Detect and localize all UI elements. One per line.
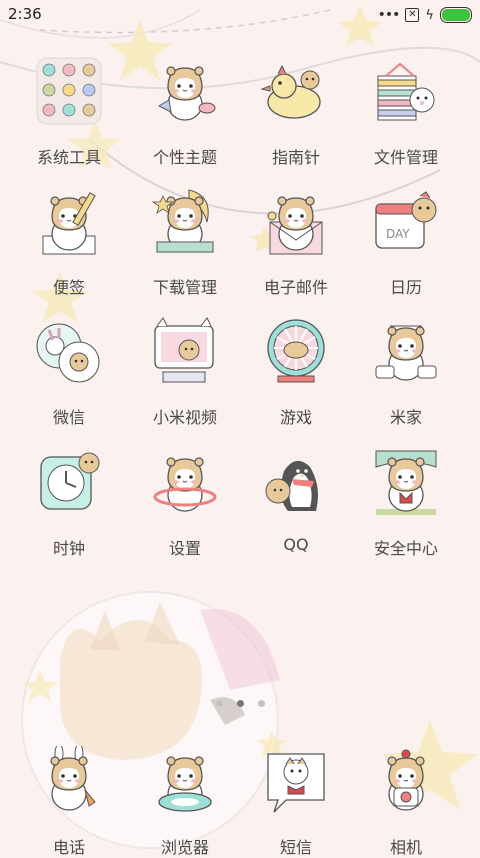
- svg-text:DAY: DAY: [386, 227, 410, 241]
- battery-level: [442, 9, 470, 21]
- app-hula-hoop[interactable]: 设置: [130, 447, 240, 559]
- app-calendar[interactable]: DAY 日历: [351, 186, 461, 298]
- tv-icon: [149, 316, 221, 388]
- app-folder[interactable]: 系统工具: [14, 56, 124, 168]
- battery-icon: [440, 7, 472, 23]
- app-label: 电子邮件: [263, 278, 328, 297]
- clock-icon: [33, 447, 105, 519]
- app-label: 微信: [52, 408, 85, 427]
- page-dot-3[interactable]: [258, 700, 265, 707]
- app-envelope[interactable]: 电子邮件: [241, 186, 351, 298]
- app-label: 小米视频: [152, 408, 217, 427]
- app-tv[interactable]: 小米视频: [130, 316, 240, 428]
- hamster-theme-icon: [149, 56, 221, 128]
- app-clock[interactable]: 时钟: [14, 447, 124, 559]
- app-label: 个性主题: [152, 148, 217, 167]
- status-time: 2:36: [8, 5, 42, 23]
- chat-bubble-icon: [33, 316, 105, 388]
- penguin-icon: [260, 447, 332, 519]
- app-label: 文件管理: [373, 148, 438, 167]
- app-label: 相机: [389, 838, 422, 857]
- page-indicator: [216, 700, 265, 707]
- app-label: 游戏: [279, 408, 312, 427]
- shield-curtain-icon: [370, 447, 442, 519]
- hula-hoop-icon: [149, 447, 221, 519]
- pencil-note-icon: [33, 186, 105, 258]
- app-hamster-theme[interactable]: 个性主题: [130, 56, 240, 168]
- status-bar: 2:36 ••• ✕ ϟ: [0, 0, 480, 30]
- dock-app-speech-bubble[interactable]: 短信: [241, 746, 351, 858]
- app-label: 指南针: [271, 148, 320, 167]
- app-label: 便签: [52, 278, 85, 297]
- app-duck-compass[interactable]: 指南针: [241, 56, 351, 168]
- app-label: 电话: [52, 838, 85, 857]
- hamster-home-icon: [370, 316, 442, 388]
- float-ring-icon: [149, 746, 221, 818]
- app-label: 米家: [389, 408, 422, 427]
- calendar-icon: DAY: [370, 186, 442, 258]
- app-label: 下载管理: [152, 278, 217, 297]
- app-label: 安全中心: [373, 539, 438, 558]
- app-label: QQ: [283, 535, 309, 554]
- envelope-icon: [260, 186, 332, 258]
- wheel-icon: [260, 316, 332, 388]
- bunny-phone-icon: [33, 743, 105, 818]
- app-label: 时钟: [52, 539, 85, 558]
- app-label: 系统工具: [36, 148, 101, 167]
- app-label: 日历: [389, 278, 422, 297]
- app-shield-curtain[interactable]: 安全中心: [351, 447, 461, 559]
- app-moon-download[interactable]: 下载管理: [130, 186, 240, 298]
- app-penguin[interactable]: QQ: [241, 447, 351, 554]
- page-dot-2[interactable]: [237, 700, 244, 707]
- app-wheel[interactable]: 游戏: [241, 316, 351, 428]
- camera-icon: [370, 746, 442, 818]
- app-label: 短信: [279, 838, 312, 857]
- dock-app-bunny-phone[interactable]: 电话: [14, 743, 124, 858]
- app-label: 浏览器: [160, 838, 209, 857]
- speech-bubble-icon: [260, 746, 332, 818]
- moon-download-icon: [149, 186, 221, 258]
- app-file-stack[interactable]: 文件管理: [351, 56, 461, 168]
- more-dots-icon: •••: [377, 7, 401, 23]
- duck-compass-icon: [260, 56, 332, 128]
- dock-app-float-ring[interactable]: 浏览器: [130, 746, 240, 858]
- app-label: 设置: [168, 539, 201, 558]
- charging-bolt-icon: ϟ: [425, 7, 434, 23]
- folder-icon: [33, 56, 105, 128]
- notification-x-icon: ✕: [405, 8, 420, 22]
- page-dot-1[interactable]: [216, 700, 223, 707]
- app-pencil-note[interactable]: 便签: [14, 186, 124, 298]
- app-hamster-home[interactable]: 米家: [351, 316, 461, 428]
- app-chat-bubble[interactable]: 微信: [14, 316, 124, 428]
- file-stack-icon: [370, 56, 442, 128]
- dock-app-camera[interactable]: 相机: [351, 746, 461, 858]
